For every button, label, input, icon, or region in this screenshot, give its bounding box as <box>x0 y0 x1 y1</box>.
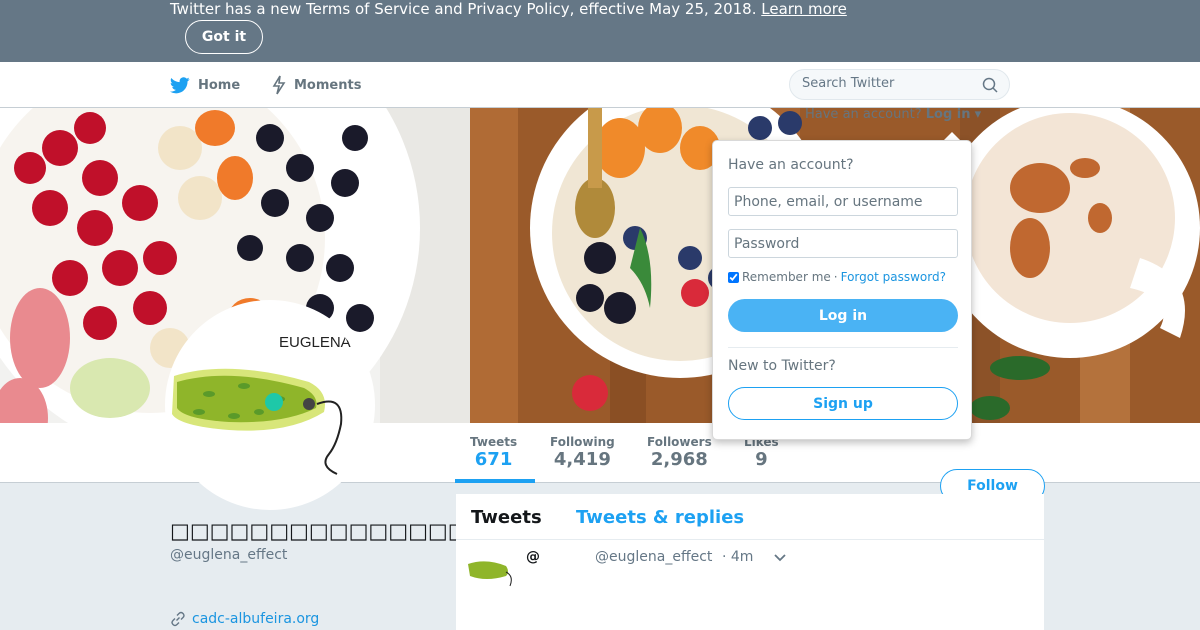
separator-dot: · <box>833 270 838 284</box>
tweet-author-name[interactable]: @ <box>526 549 540 565</box>
tweet-author-handle[interactable]: @euglena_effect <box>595 549 712 565</box>
avatar-logo-text: EUGLENA <box>279 334 351 351</box>
remember-me-label: Remember me <box>742 270 831 284</box>
new-to-twitter-text: New to Twitter? <box>728 358 836 374</box>
search-icon[interactable] <box>982 77 998 93</box>
divider <box>728 347 958 348</box>
remember-me-checkbox[interactable] <box>728 271 739 283</box>
stat-label: Tweets <box>470 435 518 449</box>
twitter-bird-icon <box>170 76 190 93</box>
nav-moments[interactable]: Moments <box>272 62 361 108</box>
login-dropdown: Have an account? Remember me · Forgot pa… <box>712 140 972 440</box>
tweet-timestamp[interactable]: · 4m <box>722 549 753 565</box>
nav-home[interactable]: Home <box>170 62 240 108</box>
learn-more-link[interactable]: Learn more <box>761 0 847 18</box>
tab-tweets[interactable]: Tweets <box>471 507 542 528</box>
tab-tweets-replies[interactable]: Tweets & replies <box>576 507 744 528</box>
stat-value: 671 <box>474 449 513 470</box>
stat-following[interactable]: Following 4,419 <box>550 435 615 470</box>
dropdown-caret <box>944 132 960 140</box>
profile-avatar[interactable]: EUGLENA <box>165 300 375 510</box>
nav-moments-label: Moments <box>294 77 362 93</box>
signup-button[interactable]: Sign up <box>728 387 958 420</box>
profile-handle: @euglena_effect <box>170 547 288 563</box>
login-dropdown-title: Have an account? <box>728 157 854 173</box>
stat-label: Following <box>550 435 615 449</box>
stat-value: 9 <box>755 449 768 470</box>
stat-value: 4,419 <box>553 449 611 470</box>
chevron-down-icon[interactable] <box>773 550 787 564</box>
stat-followers[interactable]: Followers 2,968 <box>647 435 712 470</box>
link-icon <box>171 611 185 627</box>
banner-message: Twitter has a new Terms of Service and P… <box>170 0 847 18</box>
timeline-tabs: Tweets Tweets & replies <box>456 494 1044 540</box>
stat-tweets[interactable]: Tweets 671 <box>470 435 517 470</box>
login-dropdown-toggle[interactable]: Log in <box>926 107 971 122</box>
stat-likes[interactable]: Likes 9 <box>744 435 779 470</box>
terms-banner: Twitter has a new Terms of Service and P… <box>0 0 1200 62</box>
remember-row: Remember me · Forgot password? <box>728 270 946 284</box>
search-input[interactable] <box>802 76 972 91</box>
stat-value: 2,968 <box>650 449 708 470</box>
search-box <box>789 69 1010 100</box>
stat-label: Followers <box>647 435 712 449</box>
password-field[interactable] <box>728 229 958 258</box>
banner-text: Twitter has a new Terms of Service and P… <box>170 0 757 18</box>
username-field[interactable] <box>728 187 958 216</box>
nav-home-label: Home <box>198 77 241 93</box>
profile-website[interactable]: cadc-albufeira.org <box>170 611 319 627</box>
have-account-text: Have an account? <box>805 107 922 122</box>
timeline: Tweets Tweets & replies @ @euglena_effec… <box>456 494 1044 630</box>
have-account-prompt: Have an account? Log in ▾ <box>805 107 981 122</box>
forgot-password-link[interactable]: Forgot password? <box>841 270 946 284</box>
euglena-logo: EUGLENA <box>169 304 371 506</box>
active-stat-underline <box>455 479 535 483</box>
tweet-avatar[interactable] <box>466 550 514 590</box>
login-button[interactable]: Log in <box>728 299 958 332</box>
lightning-icon <box>272 75 286 95</box>
got-it-button[interactable]: Got it <box>185 20 263 54</box>
top-nav: Home Moments <box>0 62 1200 108</box>
caret-down-icon: ▾ <box>974 107 982 122</box>
profile-website-text: cadc-albufeira.org <box>192 611 320 627</box>
